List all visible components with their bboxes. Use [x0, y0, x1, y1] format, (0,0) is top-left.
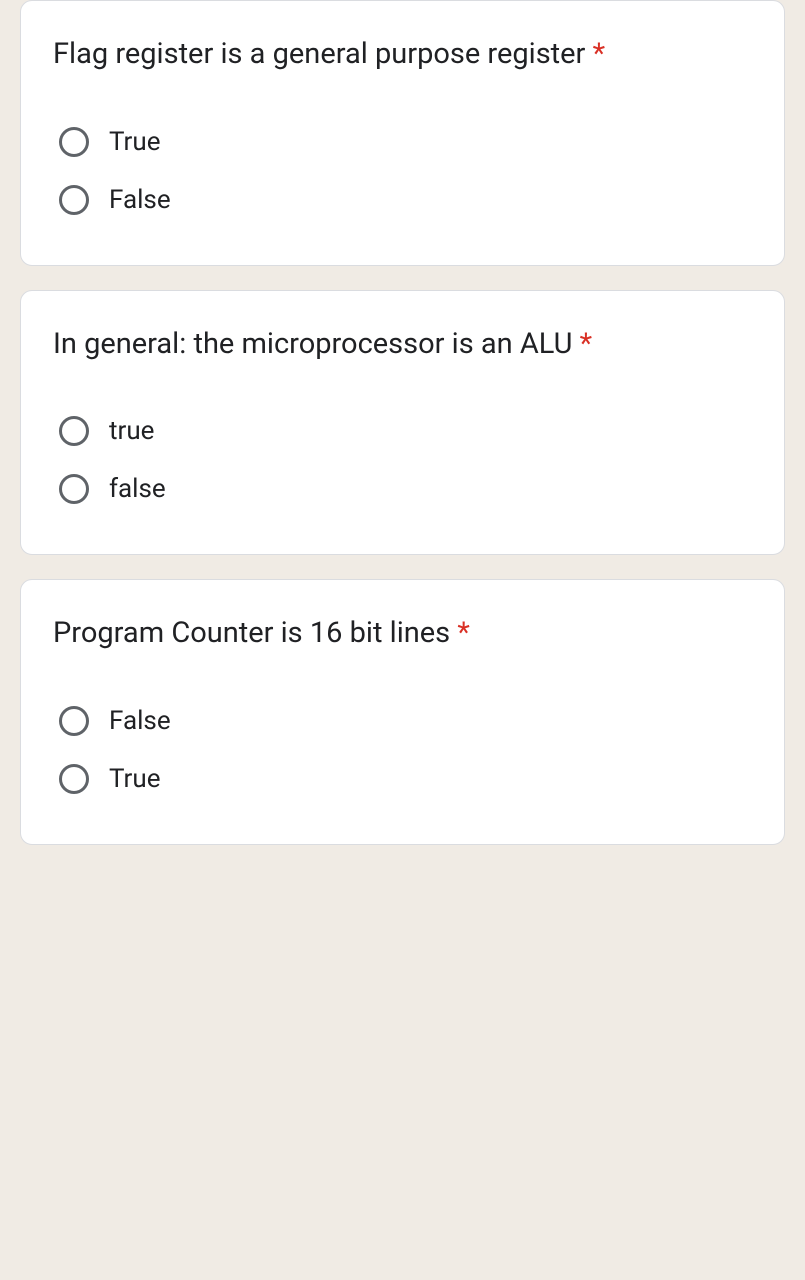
radio-icon [59, 474, 89, 504]
radio-option-false[interactable]: False [53, 692, 752, 750]
radio-option-false[interactable]: false [53, 460, 752, 518]
question-label: Flag register is a general purpose regis… [53, 37, 585, 71]
question-text: Program Counter is 16 bit lines * [53, 612, 752, 656]
question-label: In general: the microprocessor is an ALU [53, 327, 572, 361]
options-group: False True [53, 692, 752, 808]
radio-icon [59, 127, 89, 157]
radio-icon [59, 416, 89, 446]
option-label: False [109, 706, 171, 736]
radio-option-true[interactable]: True [53, 113, 752, 171]
required-indicator: * [593, 37, 606, 71]
options-group: true false [53, 402, 752, 518]
radio-icon [59, 185, 89, 215]
required-indicator: * [457, 616, 470, 650]
option-label: False [109, 185, 171, 215]
option-label: True [109, 764, 161, 794]
option-label: True [109, 127, 161, 157]
radio-option-false[interactable]: False [53, 171, 752, 229]
option-label: true [109, 416, 154, 446]
required-indicator: * [580, 327, 593, 361]
options-group: True False [53, 113, 752, 229]
question-card-2: In general: the microprocessor is an ALU… [20, 290, 785, 556]
radio-icon [59, 706, 89, 736]
radio-option-true[interactable]: true [53, 402, 752, 460]
question-text: Flag register is a general purpose regis… [53, 33, 752, 77]
question-label: Program Counter is 16 bit lines [53, 616, 450, 650]
option-label: false [109, 474, 166, 504]
question-card-3: Program Counter is 16 bit lines * False … [20, 579, 785, 845]
radio-icon [59, 764, 89, 794]
question-card-1: Flag register is a general purpose regis… [20, 0, 785, 266]
question-text: In general: the microprocessor is an ALU… [53, 323, 752, 367]
radio-option-true[interactable]: True [53, 750, 752, 808]
